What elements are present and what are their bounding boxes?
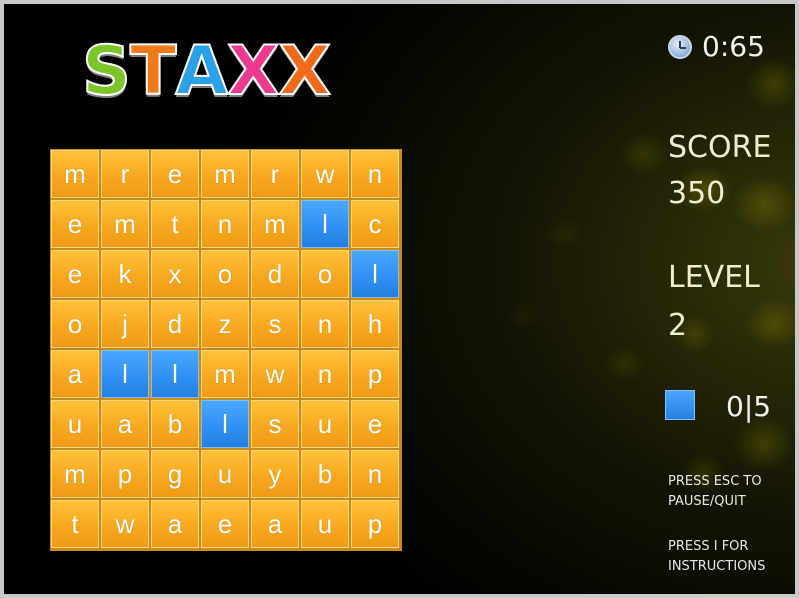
letter-tile[interactable]: h — [351, 300, 399, 348]
pause-hint: PRESS ESC TO PAUSE/QUIT — [668, 474, 762, 509]
letter-tile[interactable]: u — [201, 450, 249, 498]
letter-tile[interactable]: g — [151, 450, 199, 498]
letter-tile[interactable]: o — [201, 250, 249, 298]
blue-tile-icon — [665, 390, 695, 420]
logo-letter: X — [277, 32, 331, 111]
letter-tile[interactable]: t — [151, 200, 199, 248]
letter-tile[interactable]: r — [101, 150, 149, 198]
letter-tile[interactable]: n — [351, 150, 399, 198]
score-label: SCORE — [668, 130, 772, 165]
letter-tile[interactable]: e — [351, 400, 399, 448]
letter-tile[interactable]: a — [151, 500, 199, 548]
letter-tile[interactable]: u — [301, 500, 349, 548]
letter-tile[interactable]: m — [101, 200, 149, 248]
letter-tile[interactable]: w — [101, 500, 149, 548]
letter-tile-blue[interactable]: l — [351, 250, 399, 298]
letter-tile[interactable]: e — [201, 500, 249, 548]
letter-tile[interactable]: p — [351, 350, 399, 398]
letter-tile[interactable]: m — [51, 150, 99, 198]
clock-icon — [668, 34, 692, 59]
letter-tile[interactable]: u — [301, 400, 349, 448]
letter-tile[interactable]: a — [101, 400, 149, 448]
letter-tile[interactable]: c — [351, 200, 399, 248]
letter-board: mremrwnemtnmlcekxodolojdzsnhallmwnpuabls… — [50, 149, 402, 551]
letter-tile[interactable]: o — [301, 250, 349, 298]
letter-tile[interactable]: e — [51, 200, 99, 248]
timer: 0:65 — [668, 30, 765, 63]
letter-tile[interactable]: n — [351, 450, 399, 498]
letter-tile[interactable]: a — [51, 350, 99, 398]
letter-tile[interactable]: n — [201, 200, 249, 248]
letter-tile[interactable]: o — [51, 300, 99, 348]
letter-tile[interactable]: w — [301, 150, 349, 198]
letter-tile[interactable]: k — [101, 250, 149, 298]
letter-tile[interactable]: z — [201, 300, 249, 348]
letter-tile[interactable]: m — [201, 350, 249, 398]
letter-tile[interactable]: m — [201, 150, 249, 198]
letter-tile[interactable]: j — [101, 300, 149, 348]
logo-letter: S — [81, 32, 132, 111]
letter-tile-blue[interactable]: l — [101, 350, 149, 398]
letter-tile[interactable]: n — [301, 350, 349, 398]
score-value: 350 — [668, 176, 726, 211]
logo-letter: T — [129, 32, 177, 111]
logo-letter: X — [226, 32, 280, 111]
letter-tile[interactable]: p — [101, 450, 149, 498]
letter-tile-blue[interactable]: l — [201, 400, 249, 448]
letter-tile[interactable]: a — [251, 500, 299, 548]
letter-tile[interactable]: s — [251, 300, 299, 348]
letter-tile[interactable]: n — [301, 300, 349, 348]
letter-tile[interactable]: p — [351, 500, 399, 548]
letter-tile[interactable]: m — [51, 450, 99, 498]
level-value: 2 — [668, 308, 688, 343]
letter-tile[interactable]: s — [251, 400, 299, 448]
letter-tile[interactable]: y — [251, 450, 299, 498]
letter-tile[interactable]: m — [251, 200, 299, 248]
letter-tile[interactable]: x — [151, 250, 199, 298]
logo-letter: A — [174, 32, 229, 111]
letter-tile[interactable]: d — [251, 250, 299, 298]
letter-tile[interactable]: b — [151, 400, 199, 448]
letter-tile[interactable]: e — [51, 250, 99, 298]
letter-tile[interactable]: w — [251, 350, 299, 398]
level-label: LEVEL — [668, 260, 760, 295]
letter-tile[interactable]: e — [151, 150, 199, 198]
staxx-logo: STAXX — [81, 32, 332, 111]
letter-tile[interactable]: t — [51, 500, 99, 548]
instructions-hint: PRESS I FOR INSTRUCTIONS — [668, 539, 766, 574]
game-stage: STAXX mremrwnemtnmlcekxodolojdzsnhallmwn… — [4, 4, 795, 594]
letter-tile[interactable]: u — [51, 400, 99, 448]
letter-tile[interactable]: r — [251, 150, 299, 198]
letter-tile-blue[interactable]: l — [301, 200, 349, 248]
letter-tile[interactable]: b — [301, 450, 349, 498]
blue-tile-goal-count: 0|5 — [726, 390, 772, 423]
letter-tile[interactable]: d — [151, 300, 199, 348]
letter-tile-blue[interactable]: l — [151, 350, 199, 398]
timer-value: 0:65 — [702, 30, 765, 63]
